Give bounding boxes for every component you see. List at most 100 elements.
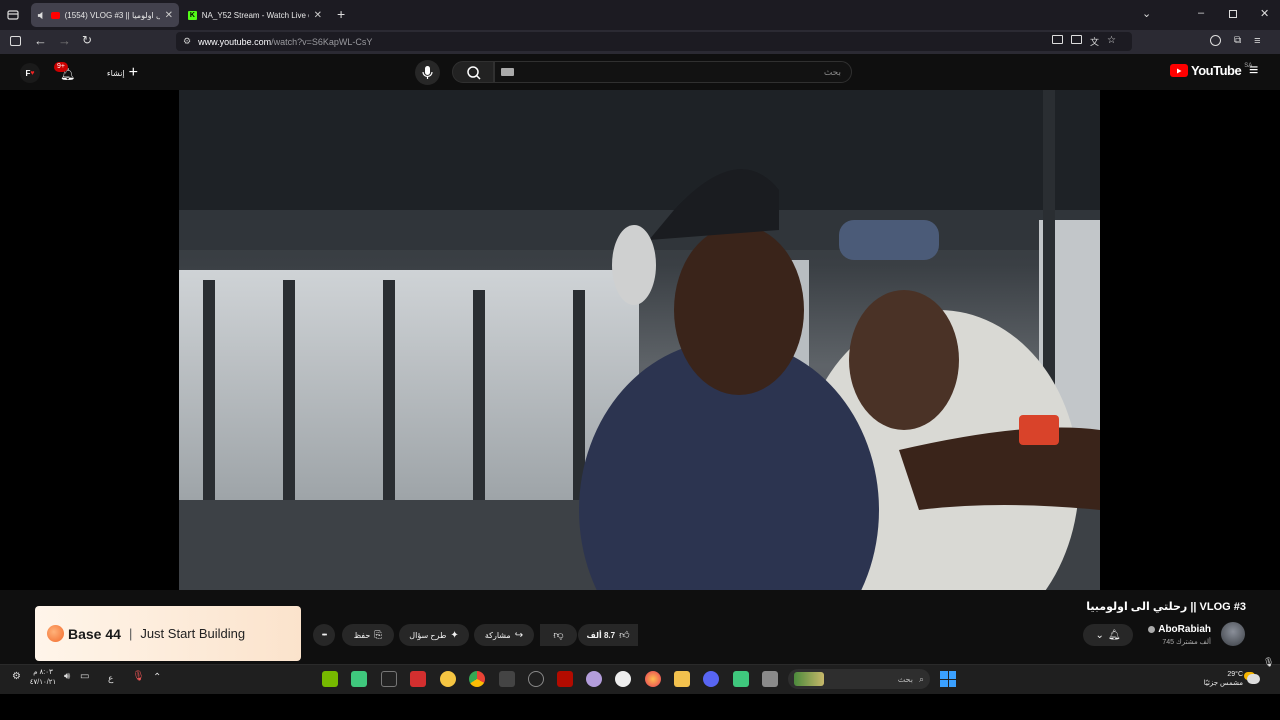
save-label: حفظ	[353, 630, 371, 640]
app-purple-icon[interactable]	[586, 671, 602, 687]
user-avatar[interactable]: F ♥	[20, 63, 40, 83]
ad-brand: Base 44	[68, 625, 121, 642]
language-indicator[interactable]: ع	[108, 673, 113, 684]
ask-button[interactable]: ✦ طرح سؤال	[399, 624, 469, 646]
app-red-icon[interactable]	[410, 671, 426, 687]
mic-tray-icon-2[interactable]: 🎙︎	[132, 671, 145, 682]
thumbs-up-icon: 👍︎	[619, 630, 630, 641]
translate-icon[interactable]: 文	[1090, 35, 1099, 48]
save-button[interactable]: ⎘ حفظ	[342, 624, 394, 646]
close-window-button[interactable]: ✕	[1260, 7, 1269, 20]
like-button[interactable]: 8.7 ألف 👍︎	[578, 624, 638, 646]
search-icon: ⌕	[918, 673, 924, 684]
taskbar-search[interactable]: ⌕ بحث	[788, 669, 930, 689]
speaker-icon[interactable]	[37, 11, 46, 20]
url-bar[interactable]: ⚙ www.youtube.com /watch?v=S6KapWL-CsY	[176, 32, 1132, 51]
close-tab-icon[interactable]: ✕	[314, 10, 322, 21]
sidebar-icon[interactable]	[10, 36, 21, 46]
keyboard-icon[interactable]	[501, 68, 514, 76]
tab-kick-stream[interactable]: K NA_Y52 Stream - Watch Live on ✕	[182, 3, 328, 27]
capcut-icon[interactable]	[381, 671, 397, 687]
tab-overflow-icon[interactable]: ⌄	[1142, 7, 1151, 20]
taskbar-search-placeholder: بحث	[897, 674, 913, 684]
youtube-play-icon	[1170, 64, 1188, 77]
folder-icon[interactable]	[674, 671, 690, 687]
bookmark-icon: ⎘	[374, 629, 383, 641]
bookmark-star-icon[interactable]: ☆	[1107, 35, 1116, 48]
verified-icon	[1148, 626, 1156, 633]
windows-logo-icon	[940, 671, 948, 679]
account-icon[interactable]	[1210, 35, 1221, 46]
weather-widget[interactable]: 29°C مشمس جزئيًا	[1200, 668, 1260, 690]
microphone-icon	[422, 66, 433, 79]
app-yellow-icon[interactable]	[440, 671, 456, 687]
notification-count-badge: 9+	[54, 62, 68, 72]
notification-center-icon[interactable]: ⚙	[12, 671, 21, 682]
channel-avatar[interactable]	[1221, 622, 1245, 646]
clock[interactable]: ٨:٠٣ م ٤٧/١٠/٢١	[28, 668, 58, 688]
search-placeholder: بحث	[823, 67, 841, 77]
kick-favicon-icon: K	[188, 10, 197, 20]
new-tab-button[interactable]: +	[337, 6, 345, 22]
nvidia-icon[interactable]	[322, 671, 338, 687]
start-button[interactable]	[940, 671, 956, 687]
video-frame[interactable]	[179, 90, 1100, 590]
more-icon: •••	[321, 631, 327, 639]
clock-date: ٤٧/١٠/٢١	[29, 679, 57, 686]
app-dark-icon[interactable]	[499, 671, 515, 687]
voice-search-button[interactable]	[415, 60, 440, 85]
share-button[interactable]: ↪ مشاركة	[474, 624, 534, 646]
app-green-icon[interactable]	[733, 671, 749, 687]
bell-icon: 🔔︎	[1107, 629, 1121, 641]
bottom-edge	[0, 694, 1280, 720]
reload-icon[interactable]: ↻	[82, 33, 92, 47]
weather-temp: 29°C	[1227, 671, 1243, 678]
discord-icon[interactable]	[703, 671, 719, 687]
tray-chevron-icon[interactable]: ⌃	[153, 672, 161, 683]
extensions-icon[interactable]: ⧉	[1234, 35, 1241, 47]
adobe-icon[interactable]	[557, 671, 573, 687]
tab-title: (1554) VLOG #3 || رحلتي الى اولوميا	[64, 10, 160, 20]
site-info-icon[interactable]: ⚙	[183, 36, 191, 47]
close-tab-icon[interactable]: ✕	[165, 10, 173, 21]
search-icon	[467, 66, 481, 80]
ad-banner[interactable]: Base 44 | Just Start Building	[35, 606, 301, 661]
subscribe-bell-button[interactable]: ⌄ 🔔︎	[1083, 624, 1133, 646]
volume-icon[interactable]: 🔊︎	[64, 671, 70, 682]
youtube-logo[interactable]: YouTube SA	[1170, 63, 1252, 78]
firefox-icon[interactable]	[645, 671, 661, 687]
menu-icon[interactable]: ≡	[1254, 35, 1260, 47]
weather-desc: مشمس جزئيًا	[1203, 680, 1243, 687]
search-input[interactable]: بحث	[494, 61, 852, 83]
network-icon[interactable]: ▭	[80, 671, 89, 682]
tab-title: NA_Y52 Stream - Watch Live on	[201, 10, 309, 20]
back-icon[interactable]: ←	[34, 33, 47, 48]
search-button[interactable]	[452, 61, 494, 83]
tab-list-icon[interactable]	[6, 8, 20, 22]
chrome-icon[interactable]	[469, 671, 485, 687]
more-actions-button[interactable]: •••	[313, 624, 335, 646]
search-highlight-icon	[794, 672, 824, 686]
ad-tagline: Just Start Building	[140, 626, 246, 641]
screenshot-icon[interactable]	[1052, 35, 1063, 44]
dislike-button[interactable]: 👎︎	[540, 624, 577, 646]
weather-icon	[1247, 674, 1260, 684]
notifications-button[interactable]: 🔔︎ 9+	[54, 62, 76, 82]
minimize-button[interactable]: –	[1198, 7, 1204, 19]
app-g-icon[interactable]	[528, 671, 544, 687]
reader-view-icon[interactable]	[1071, 35, 1082, 44]
restore-button[interactable]	[1229, 10, 1237, 18]
channel-name[interactable]: AboRabiah	[1120, 624, 1211, 635]
steam-like-icon[interactable]	[615, 671, 631, 687]
file-explorer-icon[interactable]	[762, 671, 778, 687]
app-teal-icon[interactable]	[351, 671, 367, 687]
forward-icon[interactable]: →	[58, 33, 71, 48]
mic-tray-icon[interactable]: 🎙︎	[1263, 657, 1274, 668]
guide-menu-icon[interactable]: ≡	[1249, 62, 1258, 80]
youtube-logo-text: YouTube	[1191, 63, 1242, 78]
ask-label: طرح سؤال	[409, 630, 447, 640]
tab-youtube[interactable]: (1554) VLOG #3 || رحلتي الى اولوميا ✕	[31, 3, 179, 27]
likes-count: 8.7 ألف	[586, 630, 616, 640]
url-host: www.youtube.com	[198, 36, 272, 47]
create-button[interactable]: + إنشاء	[96, 62, 138, 84]
